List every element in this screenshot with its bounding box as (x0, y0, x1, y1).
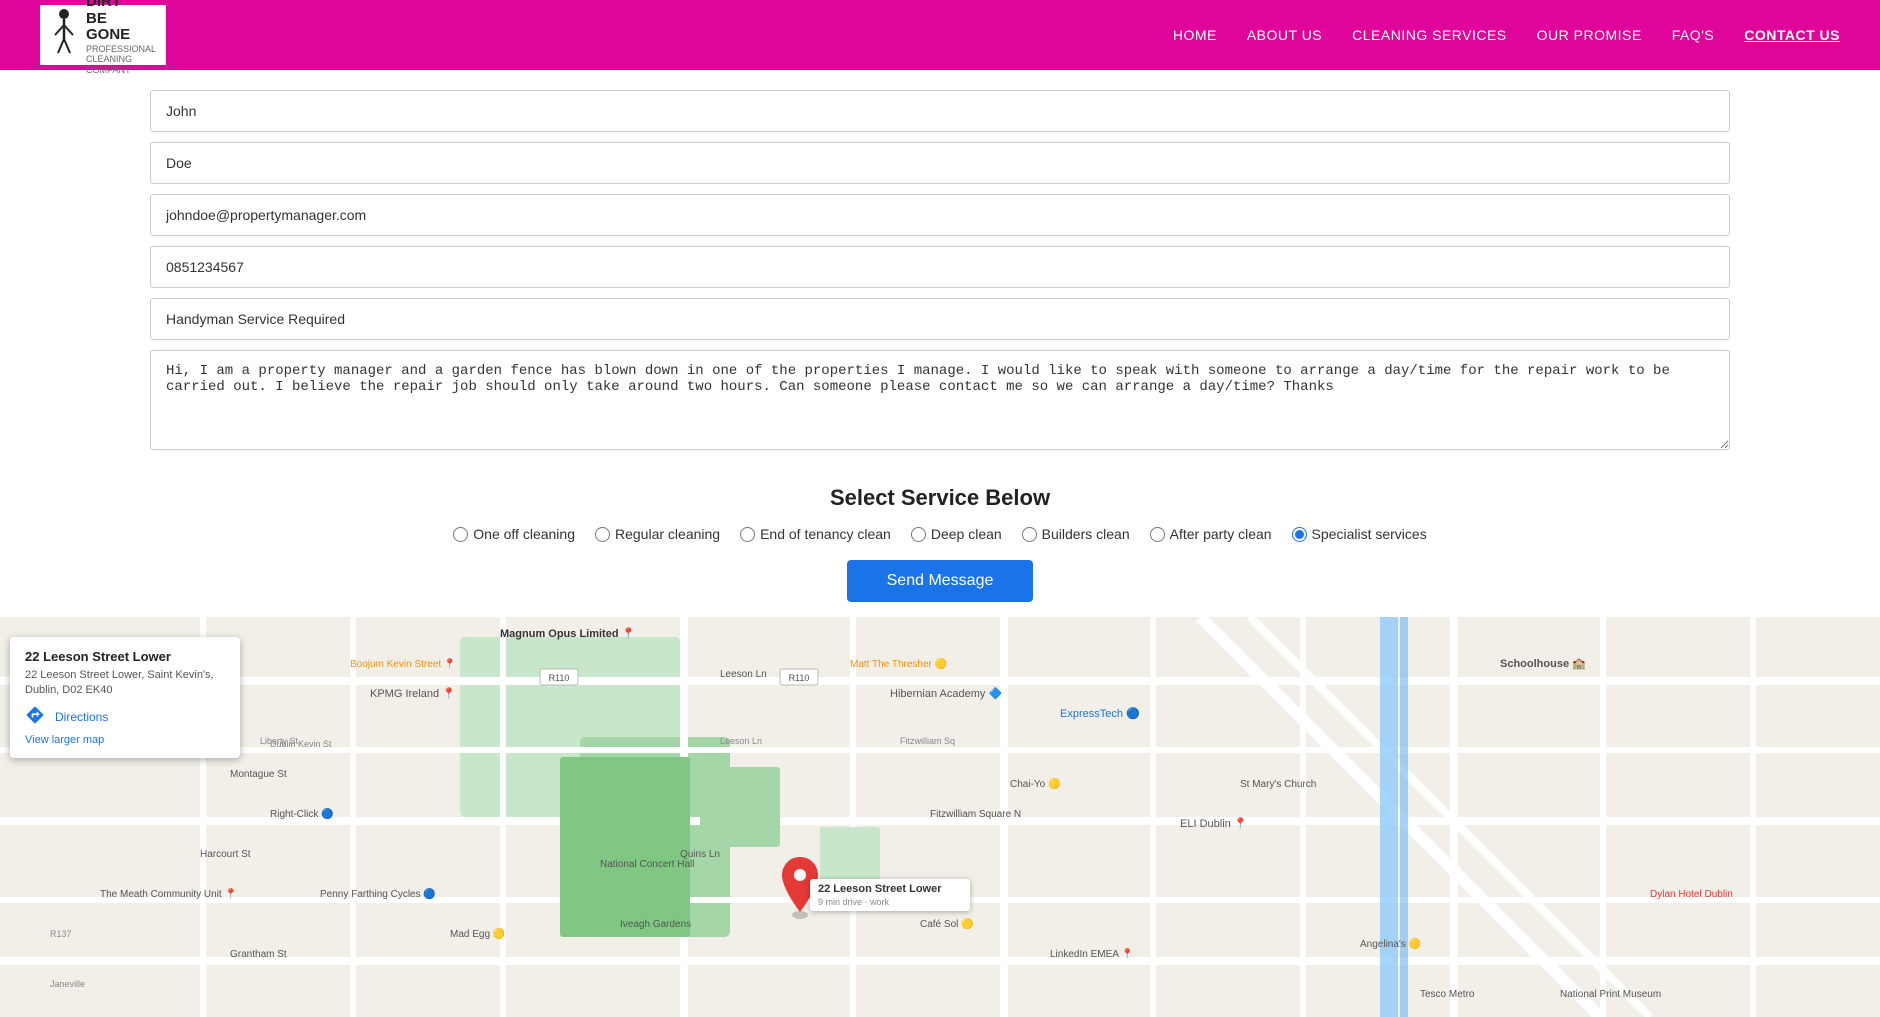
service-label-regular: Regular cleaning (615, 526, 720, 542)
logo-text: DIRT BE GONE PROFESSIONAL CLEANING COMPA… (86, 0, 156, 76)
svg-text:Iveagh Gardens: Iveagh Gardens (620, 919, 691, 930)
radio-deep[interactable] (911, 527, 926, 542)
svg-text:Magnum Opus Limited 📍: Magnum Opus Limited 📍 (500, 627, 635, 640)
service-option-deep[interactable]: Deep clean (911, 526, 1002, 542)
svg-text:St Mary's Church: St Mary's Church (1240, 779, 1316, 790)
radio-builders[interactable] (1022, 527, 1037, 542)
directions-icon (25, 705, 45, 730)
service-option-end_tenancy[interactable]: End of tenancy clean (740, 526, 891, 542)
email-input[interactable] (150, 194, 1730, 236)
svg-text:Chai-Yo 🟡: Chai-Yo 🟡 (1010, 777, 1060, 790)
svg-text:Matt The Thresher 🟡: Matt The Thresher 🟡 (850, 657, 947, 670)
svg-text:Leeson Ln: Leeson Ln (720, 669, 767, 680)
nav-item-home[interactable]: HOME (1173, 27, 1217, 43)
service-label-end_tenancy: End of tenancy clean (760, 526, 891, 542)
svg-text:LinkedIn EMEA 📍: LinkedIn EMEA 📍 (1050, 947, 1134, 960)
service-label-one_off: One off cleaning (473, 526, 575, 542)
nav: HOME ABOUT US CLEANING SERVICES OUR PROMISE… (1173, 27, 1840, 43)
popup-actions: Directions (25, 705, 225, 730)
svg-text:ELI Dublin 📍: ELI Dublin 📍 (1180, 817, 1248, 830)
header: DIRT BE GONE PROFESSIONAL CLEANING COMPA… (0, 0, 1880, 70)
svg-text:Schoolhouse 🏫: Schoolhouse 🏫 (1500, 658, 1586, 670)
service-selection-section: Select Service Below One off cleaning Reg… (0, 465, 1880, 617)
radio-one_off[interactable] (453, 527, 468, 542)
svg-text:National Print Museum: National Print Museum (1560, 989, 1661, 1000)
last-name-input[interactable] (150, 142, 1730, 184)
popup-title: 22 Leeson Street Lower (25, 649, 225, 664)
service-label-builders: Builders clean (1042, 526, 1130, 542)
svg-text:National Concert Hall: National Concert Hall (600, 859, 695, 870)
radio-regular[interactable] (595, 527, 610, 542)
svg-text:Fitzwilliam Square N: Fitzwilliam Square N (930, 809, 1021, 820)
svg-text:Leeson Ln: Leeson Ln (720, 736, 762, 746)
map-svg: Liberty St Leeson Ln Fitzwilliam Sq R110… (0, 617, 1880, 1017)
directions-link[interactable]: Directions (55, 710, 108, 724)
svg-text:The Meath Community Unit 📍: The Meath Community Unit 📍 (100, 887, 237, 900)
svg-text:Fitzwilliam Sq: Fitzwilliam Sq (900, 736, 955, 746)
svg-text:22 Leeson Street Lower: 22 Leeson Street Lower (818, 883, 942, 895)
service-radio-group: One off cleaning Regular cleaning End of t… (0, 526, 1880, 542)
nav-item-contact-us[interactable]: CONTACT US (1744, 27, 1840, 43)
service-label-after_party: After party clean (1170, 526, 1272, 542)
first-name-input[interactable] (150, 90, 1730, 132)
radio-end_tenancy[interactable] (740, 527, 755, 542)
svg-text:Hibernian Academy 🔷: Hibernian Academy 🔷 (890, 687, 1002, 700)
svg-text:Angelina's 🟡: Angelina's 🟡 (1360, 937, 1421, 950)
svg-text:R110: R110 (549, 673, 570, 683)
popup-address: 22 Leeson Street Lower, Saint Kevin's, D… (25, 668, 225, 699)
phone-input[interactable] (150, 246, 1730, 288)
subject-input[interactable] (150, 298, 1730, 340)
svg-text:Montague St: Montague St (230, 769, 287, 780)
svg-text:Dublin Kevin St: Dublin Kevin St (270, 739, 332, 749)
logo[interactable]: DIRT BE GONE PROFESSIONAL CLEANING COMPA… (40, 5, 166, 65)
nav-item-faqs[interactable]: FAQ'S (1672, 27, 1715, 43)
service-label-specialist: Specialist services (1312, 526, 1427, 542)
popup-address-line2: Dublin, D02 EK40 (25, 684, 112, 696)
svg-text:Grantham St: Grantham St (230, 949, 287, 960)
radio-after_party[interactable] (1150, 527, 1165, 542)
logo-subtitle: PROFESSIONAL CLEANING COMPANY (86, 44, 156, 76)
svg-text:Mad Egg 🟡: Mad Egg 🟡 (450, 927, 505, 940)
svg-text:KPMG Ireland 📍: KPMG Ireland 📍 (370, 687, 456, 700)
logo-title: DIRT BE GONE (86, 0, 156, 44)
view-larger-map-link[interactable]: View larger map (25, 734, 225, 746)
svg-text:Janeville: Janeville (50, 979, 85, 989)
contact-form-section (0, 70, 1880, 465)
logo-icon (50, 7, 78, 64)
service-option-one_off[interactable]: One off cleaning (453, 526, 575, 542)
svg-text:ExpressTech 🔵: ExpressTech 🔵 (1060, 707, 1140, 720)
message-input[interactable] (150, 350, 1730, 450)
svg-text:9 min drive · work: 9 min drive · work (818, 897, 890, 907)
nav-item-our-promise[interactable]: OUR PROMISE (1537, 27, 1642, 43)
service-label-deep: Deep clean (931, 526, 1002, 542)
svg-text:Café Sol 🟡: Café Sol 🟡 (920, 917, 974, 930)
map-info-popup: 22 Leeson Street Lower 22 Leeson Street … (10, 637, 240, 758)
svg-text:Harcourt St: Harcourt St (200, 849, 251, 860)
svg-text:Dylan Hotel Dublin: Dylan Hotel Dublin (1650, 889, 1733, 900)
map-section: Liberty St Leeson Ln Fitzwilliam Sq R110… (0, 617, 1880, 1017)
svg-text:Quins Ln: Quins Ln (680, 849, 720, 860)
send-message-button[interactable]: Send Message (847, 560, 1034, 602)
svg-text:R137: R137 (50, 929, 72, 939)
radio-specialist[interactable] (1292, 527, 1307, 542)
svg-text:Penny Farthing Cycles 🔵: Penny Farthing Cycles 🔵 (320, 887, 436, 900)
map-background: Liberty St Leeson Ln Fitzwilliam Sq R110… (0, 617, 1880, 1017)
svg-text:Right-Click 🔵: Right-Click 🔵 (270, 807, 334, 820)
service-option-regular[interactable]: Regular cleaning (595, 526, 720, 542)
svg-text:Tesco Metro: Tesco Metro (1420, 989, 1475, 1000)
nav-item-cleaning-services[interactable]: CLEANING SERVICES (1352, 27, 1507, 43)
popup-address-line1: 22 Leeson Street Lower, Saint Kevin's, (25, 669, 214, 681)
svg-text:Boojum Kevin Street 📍: Boojum Kevin Street 📍 (350, 657, 456, 670)
svg-text:R110: R110 (789, 673, 810, 683)
service-option-after_party[interactable]: After party clean (1150, 526, 1272, 542)
service-option-builders[interactable]: Builders clean (1022, 526, 1130, 542)
nav-item-about-us[interactable]: ABOUT US (1247, 27, 1322, 43)
service-option-specialist[interactable]: Specialist services (1292, 526, 1427, 542)
service-section-title: Select Service Below (0, 485, 1880, 511)
